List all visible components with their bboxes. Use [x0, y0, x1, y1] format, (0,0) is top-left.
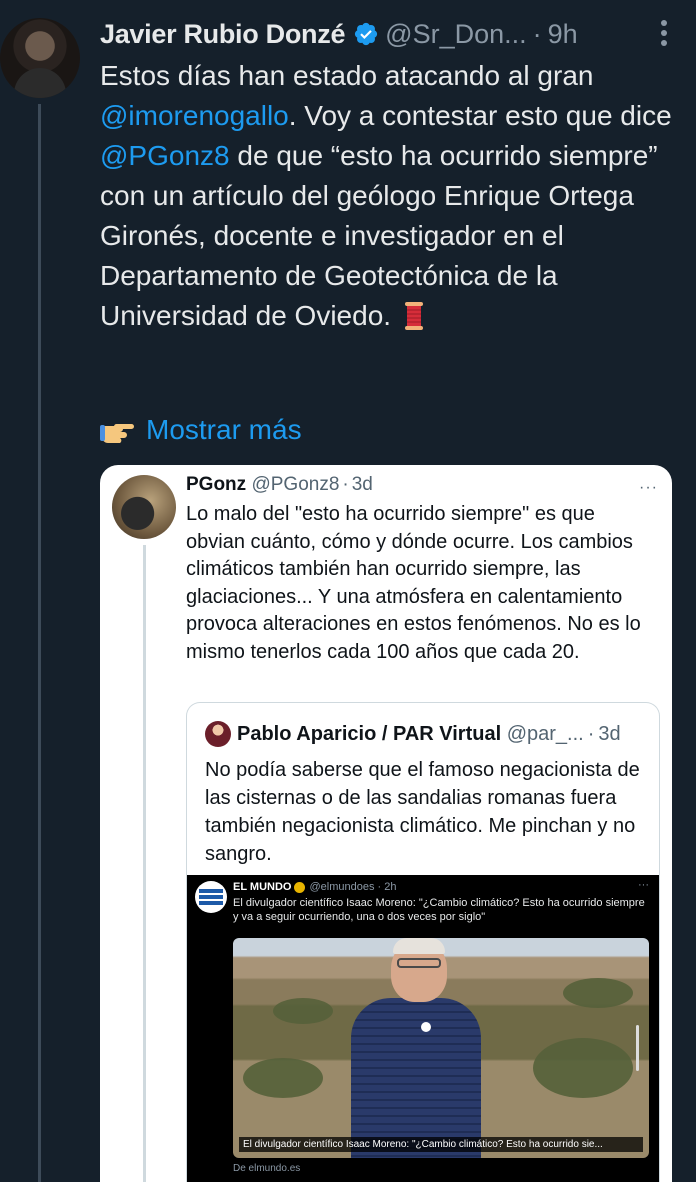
tweet-time[interactable]: 9h	[548, 19, 578, 50]
verified-badge-icon	[355, 22, 378, 46]
inner-author-avatar[interactable]	[205, 721, 231, 747]
embedded-screenshot-image[interactable]: EL MUNDO @elmundoes · 2h ··· El divulgad…	[187, 875, 659, 1182]
inner-author-name[interactable]: Pablo Aparicio / PAR Virtual	[237, 723, 501, 746]
quoted-author-avatar[interactable]	[112, 475, 176, 539]
pointing-hand-emoji	[100, 424, 134, 443]
quoted-author-name[interactable]: PGonz	[186, 474, 246, 496]
author-avatar[interactable]	[0, 18, 80, 98]
more-horizontal-icon: ···	[638, 879, 649, 891]
inner-tweet-text: No podía saberse que el famoso negacioni…	[205, 759, 640, 865]
photo-shrub	[243, 1058, 323, 1098]
author-name[interactable]: Javier Rubio Donzé	[100, 19, 345, 50]
quoted-author-handle[interactable]: @PGonz8	[251, 474, 339, 496]
link-source: De elmundo.es	[233, 1163, 301, 1174]
photo-shrub	[273, 998, 333, 1024]
separator-dot: ·	[342, 474, 349, 495]
show-more-label[interactable]: Mostrar más	[146, 414, 302, 446]
quoted-tweet-header: PGonz @PGonz8 · 3d	[186, 473, 373, 497]
embedded-scrollbar	[636, 1025, 639, 1071]
spool-of-thread-emoji	[404, 302, 423, 330]
author-handle[interactable]: @Sr_Don...	[385, 19, 526, 50]
photo-lapel-mic	[421, 1022, 431, 1032]
embedded-author-handle: @elmundoes · 2h	[309, 881, 397, 893]
more-vertical-icon[interactable]	[660, 20, 668, 50]
more-horizontal-icon[interactable]: ···	[639, 479, 658, 497]
photo-person	[343, 938, 493, 1158]
inner-tweet-header: Pablo Aparicio / PAR Virtual @par_... · …	[237, 721, 621, 747]
quoted-tweet-text: Lo malo del "esto ha ocurrido siempre" e…	[186, 503, 641, 663]
embedded-author-name: EL MUNDO	[233, 881, 292, 893]
embedded-tweet-header: EL MUNDO @elmundoes · 2h	[233, 881, 396, 893]
show-more-link[interactable]: Mostrar más	[100, 414, 302, 446]
separator-dot: ·	[587, 722, 595, 745]
quoted-tweet-card[interactable]: PGonz @PGonz8 · 3d ··· Lo malo del "esto…	[100, 465, 672, 1182]
quoted-thread-line	[143, 545, 146, 1182]
mention-link[interactable]: @PGonz8	[100, 140, 230, 171]
inner-tweet-time[interactable]: 3d	[598, 723, 620, 746]
el-mundo-logo-icon	[195, 881, 227, 913]
news-photo: El divulgador científico Isaac Moreno: "…	[233, 938, 649, 1158]
photo-person-torso	[351, 998, 481, 1158]
quoted-tweet-time[interactable]: 3d	[352, 474, 373, 496]
photo-person-glasses	[397, 958, 441, 968]
photo-person-hair	[393, 938, 445, 954]
separator-dot: ·	[532, 18, 542, 49]
inner-author-handle[interactable]: @par_...	[507, 723, 584, 746]
inner-quoted-tweet-card[interactable]: Pablo Aparicio / PAR Virtual @par_... · …	[186, 702, 660, 1182]
tweet-text: Estos días han estado atacando al gran @…	[100, 56, 680, 336]
thread-connector-line	[38, 104, 41, 1182]
embedded-tweet-text: El divulgador científico Isaac Moreno: "…	[233, 897, 645, 923]
tweet-text-part: . Voy a contestar esto que dice	[288, 100, 672, 131]
mention-link[interactable]: @imorenogallo	[100, 100, 289, 131]
photo-shrub	[533, 1038, 633, 1098]
photo-shrub	[563, 978, 633, 1008]
tweet-text-part: Estos días han estado atacando al gran	[100, 60, 594, 91]
tweet-header: Javier Rubio Donzé @Sr_Don... · 9h	[100, 14, 578, 54]
video-caption: El divulgador científico Isaac Moreno: "…	[239, 1137, 643, 1152]
verified-gold-badge-icon	[294, 881, 306, 893]
